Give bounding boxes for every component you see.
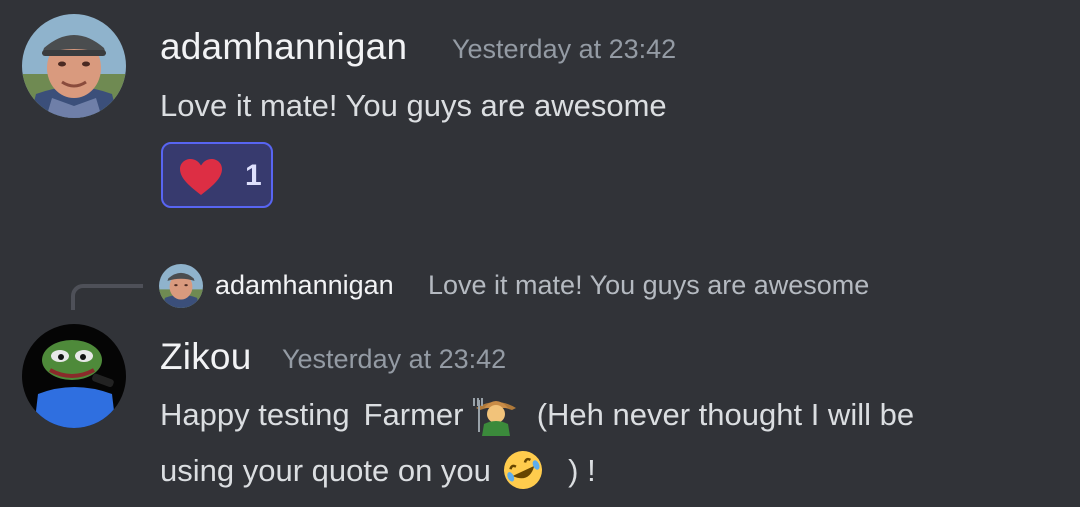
message-text: using your quote on you [160,453,491,488]
reply-preview-text[interactable]: Love it mate! You guys are awesome [428,270,869,301]
farmer-emoji-icon [472,392,520,436]
avatar[interactable] [22,14,126,118]
message-content-line: Happy testing Farmer (Heh never thought I… [160,387,914,443]
message-item: adamhannigan Love it mate! You guys are … [0,240,1080,507]
reaction-count: 1 [245,159,262,192]
reply-avatar[interactable] [159,264,203,308]
message-text: Farmer [363,397,464,432]
reply-spine [71,284,143,310]
message-text: Happy testing [160,397,350,432]
message-content-line: using your quote on you ) ! [160,443,596,499]
message-text: (Heh never thought I will be [536,397,915,432]
avatar[interactable] [22,324,126,428]
message-timestamp: Yesterday at 23:42 [452,34,677,64]
message-item: adamhannigan Yesterday at 23:42 Love it … [0,0,1080,240]
reaction-heart-button[interactable]: 1 [161,142,273,208]
message-timestamp: Yesterday at 23:42 [282,344,507,374]
username[interactable]: Zikou [160,336,251,378]
message-content: Love it mate! You guys are awesome [160,88,667,123]
heart-emoji-icon [179,158,223,201]
message-text: ) ! [568,453,596,488]
rolling-on-floor-laughing-emoji-icon [500,447,546,493]
username[interactable]: adamhannigan [160,26,407,68]
reply-username[interactable]: adamhannigan [215,270,394,301]
